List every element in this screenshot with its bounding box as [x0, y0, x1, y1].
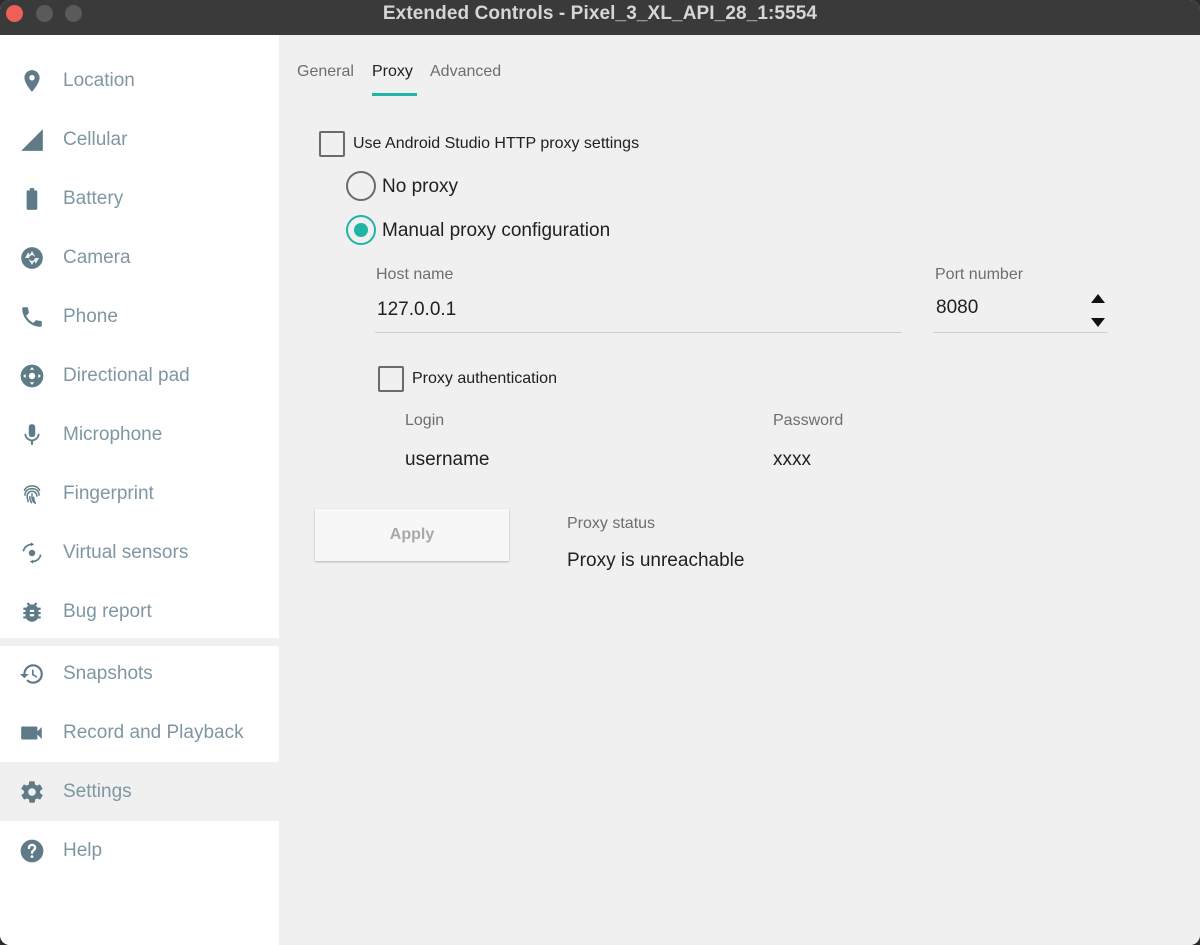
proxy-status-label: Proxy status	[567, 515, 656, 532]
port-decrement-arrow-icon[interactable]	[1091, 318, 1105, 327]
sidebar-item-label: Battery	[63, 187, 124, 209]
sidebar-item-label: Snapshots	[63, 662, 153, 684]
dpad-icon	[19, 363, 45, 389]
port-number-underline	[933, 332, 1108, 333]
extended-controls-window: Extended Controls - Pixel_3_XL_API_28_1:…	[0, 0, 1200, 945]
sidebar-item-record-and-playback[interactable]: Record and Playback	[0, 703, 279, 762]
proxy-authentication-checkbox[interactable]	[378, 366, 404, 392]
password-label: Password	[773, 412, 844, 429]
login-input[interactable]: username	[405, 449, 490, 471]
sidebar-item-phone[interactable]: Phone	[0, 287, 279, 346]
use-studio-proxy-checkbox[interactable]	[319, 131, 345, 157]
video-camera-icon	[19, 720, 45, 746]
active-tab-indicator	[372, 93, 417, 96]
sidebar-item-label: Fingerprint	[63, 482, 154, 504]
sidebar-item-bug-report[interactable]: Bug report	[0, 582, 279, 641]
sidebar-item-label: Virtual sensors	[63, 541, 189, 563]
sidebar-item-microphone[interactable]: Microphone	[0, 405, 279, 464]
sidebar-item-settings[interactable]: Settings	[0, 762, 279, 821]
port-increment-arrow-icon[interactable]	[1091, 294, 1105, 303]
apply-button[interactable]: Apply	[315, 509, 509, 561]
sidebar-item-virtual-sensors[interactable]: Virtual sensors	[0, 523, 279, 582]
sidebar-item-label: Location	[63, 69, 135, 91]
sidebar-item-label: Camera	[63, 246, 131, 268]
proxy-status-value: Proxy is unreachable	[567, 550, 745, 571]
password-input[interactable]: xxxx	[773, 449, 811, 471]
host-name-underline	[375, 332, 902, 333]
fingerprint-icon	[19, 481, 45, 507]
login-label: Login	[405, 412, 445, 429]
port-number-input[interactable]: 8080	[936, 297, 978, 319]
sidebar-item-label: Microphone	[63, 423, 163, 445]
window-title: Extended Controls - Pixel_3_XL_API_28_1:…	[382, 3, 818, 24]
title-bar[interactable]: Extended Controls - Pixel_3_XL_API_28_1:…	[0, 0, 1200, 35]
sidebar-item-location[interactable]: Location	[0, 51, 279, 110]
host-name-input[interactable]: 127.0.0.1	[377, 299, 456, 321]
phone-icon	[19, 304, 45, 330]
sidebar-item-label: Record and Playback	[63, 721, 244, 743]
tab-general[interactable]: General	[297, 63, 354, 81]
sidebar-item-label: Cellular	[63, 128, 128, 150]
sidebar-item-battery[interactable]: Battery	[0, 169, 279, 228]
sidebar-item-camera[interactable]: Camera	[0, 228, 279, 287]
history-icon	[19, 661, 45, 687]
proxy-settings-panel: General Proxy Advanced Use Android Studi…	[279, 35, 1200, 945]
cellular-signal-icon	[19, 127, 45, 153]
sidebar-item-label: Directional pad	[63, 364, 190, 386]
bug-icon	[19, 599, 45, 625]
use-studio-proxy-label: Use Android Studio HTTP proxy settings	[353, 135, 640, 152]
sidebar-item-cellular[interactable]: Cellular	[0, 110, 279, 169]
sidebar-item-help[interactable]: Help	[0, 821, 279, 880]
sidebar-item-label: Phone	[63, 305, 118, 327]
no-proxy-radio[interactable]	[346, 171, 376, 201]
manual-proxy-label: Manual proxy configuration	[382, 220, 611, 241]
location-pin-icon	[19, 68, 45, 94]
sidebar-item-label: Bug report	[63, 600, 152, 622]
rotation-icon	[19, 540, 45, 566]
sidebar-item-fingerprint[interactable]: Fingerprint	[0, 464, 279, 523]
no-proxy-label: No proxy	[382, 176, 459, 197]
tab-proxy[interactable]: Proxy	[372, 63, 413, 81]
sidebar-item-directional-pad[interactable]: Directional pad	[0, 346, 279, 405]
tab-advanced[interactable]: Advanced	[430, 63, 501, 81]
battery-icon	[19, 186, 45, 212]
sidebar-item-label: Help	[63, 839, 103, 861]
camera-aperture-icon	[19, 245, 45, 271]
proxy-authentication-label: Proxy authentication	[412, 370, 557, 387]
sidebar-item-label: Settings	[63, 780, 132, 802]
manual-proxy-radio[interactable]	[346, 215, 376, 245]
help-icon	[19, 838, 45, 864]
port-number-label: Port number	[935, 266, 1024, 283]
gear-icon	[19, 779, 45, 805]
sidebar-item-snapshots[interactable]: Snapshots	[0, 644, 279, 703]
sidebar: Location Cellular Battery Camera Phone D…	[0, 35, 279, 945]
microphone-icon	[19, 422, 45, 448]
host-name-label: Host name	[376, 266, 454, 283]
